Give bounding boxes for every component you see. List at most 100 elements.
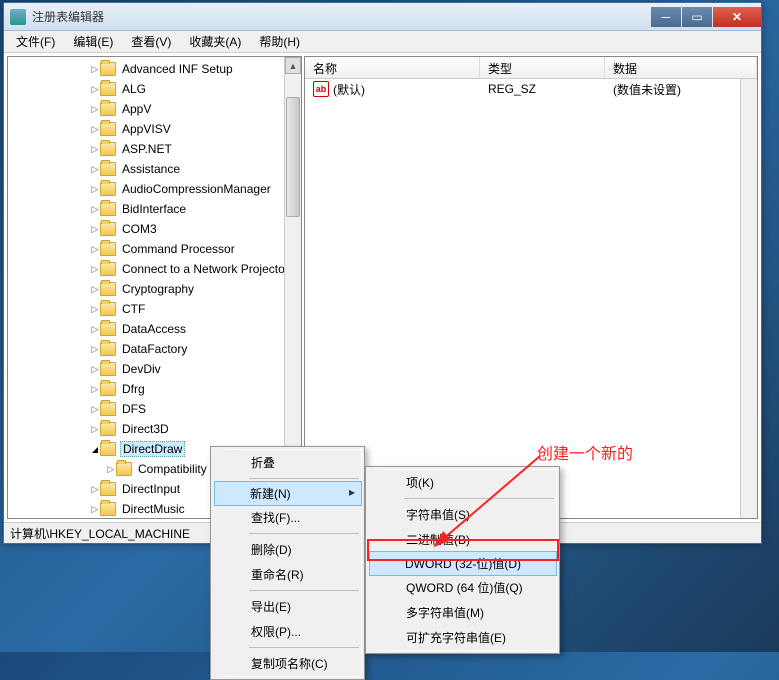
tree-item-alg[interactable]: ▷ ALG	[8, 79, 301, 99]
tree-item-label: AppV	[120, 102, 153, 116]
ctx-permissions[interactable]: 权限(P)...	[215, 619, 361, 644]
expand-arrow-icon[interactable]: ▷	[90, 424, 100, 435]
annotation-text: 创建一个新的	[537, 440, 633, 464]
string-value-icon: ab	[313, 81, 329, 97]
folder-icon	[100, 202, 116, 216]
tree-item-label: Dfrg	[120, 382, 147, 396]
separator	[249, 478, 359, 479]
menu-favorites[interactable]: 收藏夹(A)	[181, 31, 249, 52]
tree-item-appvisv[interactable]: ▷AppVISV	[8, 119, 301, 139]
list-pane[interactable]: 名称 类型 数据 ab (默认) REG_SZ (数值未设置)	[304, 56, 758, 519]
minimize-button[interactable]: ─	[651, 7, 681, 27]
expand-arrow-icon[interactable]: ▷	[90, 324, 100, 335]
tree-item-datafactory[interactable]: ▷DataFactory	[8, 339, 301, 359]
col-name[interactable]: 名称	[305, 57, 480, 78]
expand-arrow-icon[interactable]: ▷	[90, 264, 100, 275]
ctx-rename[interactable]: 重命名(R)	[215, 562, 361, 587]
expand-arrow-icon[interactable]: ▷	[106, 464, 116, 475]
ctx-new-dword[interactable]: DWORD (32-位)值(D)	[369, 551, 557, 576]
list-scrollbar[interactable]	[740, 79, 757, 518]
status-path: 计算机\HKEY_LOCAL_MACHINE	[10, 525, 190, 542]
expand-arrow-icon[interactable]: ▷	[90, 404, 100, 415]
tree-item-com3[interactable]: ▷ COM3	[8, 219, 301, 239]
expand-arrow-icon[interactable]: ▷	[90, 164, 100, 175]
ctx-new-key[interactable]: 项(K)	[370, 470, 556, 495]
tree-item-dfrg[interactable]: ▷ Dfrg	[8, 379, 301, 399]
col-data[interactable]: 数据	[605, 57, 757, 78]
folder-icon	[100, 482, 116, 496]
expand-arrow-icon[interactable]: ▷	[90, 364, 100, 375]
tree-item-dataaccess[interactable]: ▷DataAccess	[8, 319, 301, 339]
separator	[249, 590, 359, 591]
expand-arrow-icon[interactable]: ▷	[90, 244, 100, 255]
menu-view[interactable]: 查看(V)	[123, 31, 179, 52]
tree-item-asp-net[interactable]: ▷ ASP.NET	[8, 139, 301, 159]
ctx-new-multistring[interactable]: 多字符串值(M)	[370, 600, 556, 625]
tree-item-assistance[interactable]: ▷Assistance	[8, 159, 301, 179]
expand-arrow-icon[interactable]: ▷	[90, 344, 100, 355]
ctx-find[interactable]: 查找(F)...	[215, 505, 361, 530]
expand-arrow-icon[interactable]: ▷	[90, 184, 100, 195]
col-type[interactable]: 类型	[480, 57, 605, 78]
tree-item-cryptography[interactable]: ▷Cryptography	[8, 279, 301, 299]
folder-icon	[100, 262, 116, 276]
close-button[interactable]: ✕	[713, 7, 761, 27]
tree-item-connect-to-a-network-projector[interactable]: ▷Connect to a Network Projector	[8, 259, 301, 279]
ctx-new-qword[interactable]: QWORD (64 位)值(Q)	[370, 575, 556, 600]
tree-item-bidinterface[interactable]: ▷ BidInterface	[8, 199, 301, 219]
tree-item-label: Compatibility	[136, 462, 209, 476]
ctx-new[interactable]: 新建(N)	[214, 481, 362, 506]
folder-icon	[100, 102, 116, 116]
expand-arrow-icon[interactable]: ▷	[90, 64, 100, 75]
tree-item-label: DevDiv	[120, 362, 163, 376]
tree-item-dfs[interactable]: ▷DFS	[8, 399, 301, 419]
expand-arrow-icon[interactable]: ▷	[90, 104, 100, 115]
tree-item-label: Direct3D	[120, 422, 171, 436]
new-submenu[interactable]: 项(K) 字符串值(S) 二进制值(B) DWORD (32-位)值(D) QW…	[365, 466, 560, 654]
expand-arrow-icon[interactable]: ▷	[90, 124, 100, 135]
ctx-new-expandstring[interactable]: 可扩充字符串值(E)	[370, 625, 556, 650]
expand-arrow-icon[interactable]: ▷	[90, 304, 100, 315]
expand-arrow-icon[interactable]: ▷	[90, 384, 100, 395]
ctx-new-binary[interactable]: 二进制值(B)	[370, 527, 556, 552]
ctx-copy-key-name[interactable]: 复制项名称(C)	[215, 651, 361, 676]
tree-item-label: CTF	[120, 302, 147, 316]
ctx-delete[interactable]: 删除(D)	[215, 537, 361, 562]
context-menu[interactable]: 折叠 新建(N) 查找(F)... 删除(D) 重命名(R) 导出(E) 权限(…	[210, 446, 365, 680]
tree-item-audiocompressionmanager[interactable]: ▷AudioCompressionManager	[8, 179, 301, 199]
tree-item-command-processor[interactable]: ▷Command Processor	[8, 239, 301, 259]
maximize-button[interactable]: ▭	[682, 7, 712, 27]
tree-item-direct3d[interactable]: ▷ Direct3D	[8, 419, 301, 439]
folder-icon	[100, 182, 116, 196]
ctx-collapse[interactable]: 折叠	[215, 450, 361, 475]
expand-arrow-icon[interactable]: ▷	[90, 144, 100, 155]
expand-arrow-icon[interactable]: ▷	[90, 224, 100, 235]
list-header[interactable]: 名称 类型 数据	[305, 57, 757, 79]
tree-item-label: BidInterface	[120, 202, 188, 216]
tree-item-label: COM3	[120, 222, 159, 236]
ctx-new-string[interactable]: 字符串值(S)	[370, 502, 556, 527]
separator	[249, 533, 359, 534]
scroll-thumb[interactable]	[286, 97, 300, 217]
separator	[404, 498, 554, 499]
expand-arrow-open-icon[interactable]: ◢	[90, 445, 100, 454]
folder-icon	[100, 382, 116, 396]
ctx-export[interactable]: 导出(E)	[215, 594, 361, 619]
expand-arrow-icon[interactable]: ▷	[90, 84, 100, 95]
tree-item-appv[interactable]: ▷ AppV	[8, 99, 301, 119]
tree-item-advanced-inf-setup[interactable]: ▷Advanced INF Setup	[8, 59, 301, 79]
expand-arrow-icon[interactable]: ▷	[90, 284, 100, 295]
expand-arrow-icon[interactable]: ▷	[90, 204, 100, 215]
tree-item-ctf[interactable]: ▷ CTF	[8, 299, 301, 319]
expand-arrow-icon[interactable]: ▷	[90, 484, 100, 495]
menu-edit[interactable]: 编辑(E)	[65, 31, 121, 52]
tree-item-label: ASP.NET	[120, 142, 174, 156]
tree-item-devdiv[interactable]: ▷ DevDiv	[8, 359, 301, 379]
menu-help[interactable]: 帮助(H)	[251, 31, 308, 52]
menu-file[interactable]: 文件(F)	[8, 31, 63, 52]
tree-item-label: ALG	[120, 82, 148, 96]
scroll-up-button[interactable]: ▲	[285, 57, 301, 74]
list-row[interactable]: ab (默认) REG_SZ (数值未设置)	[305, 79, 757, 99]
expand-arrow-icon[interactable]: ▷	[90, 504, 100, 515]
titlebar[interactable]: 注册表编辑器 ─ ▭ ✕	[4, 3, 761, 31]
